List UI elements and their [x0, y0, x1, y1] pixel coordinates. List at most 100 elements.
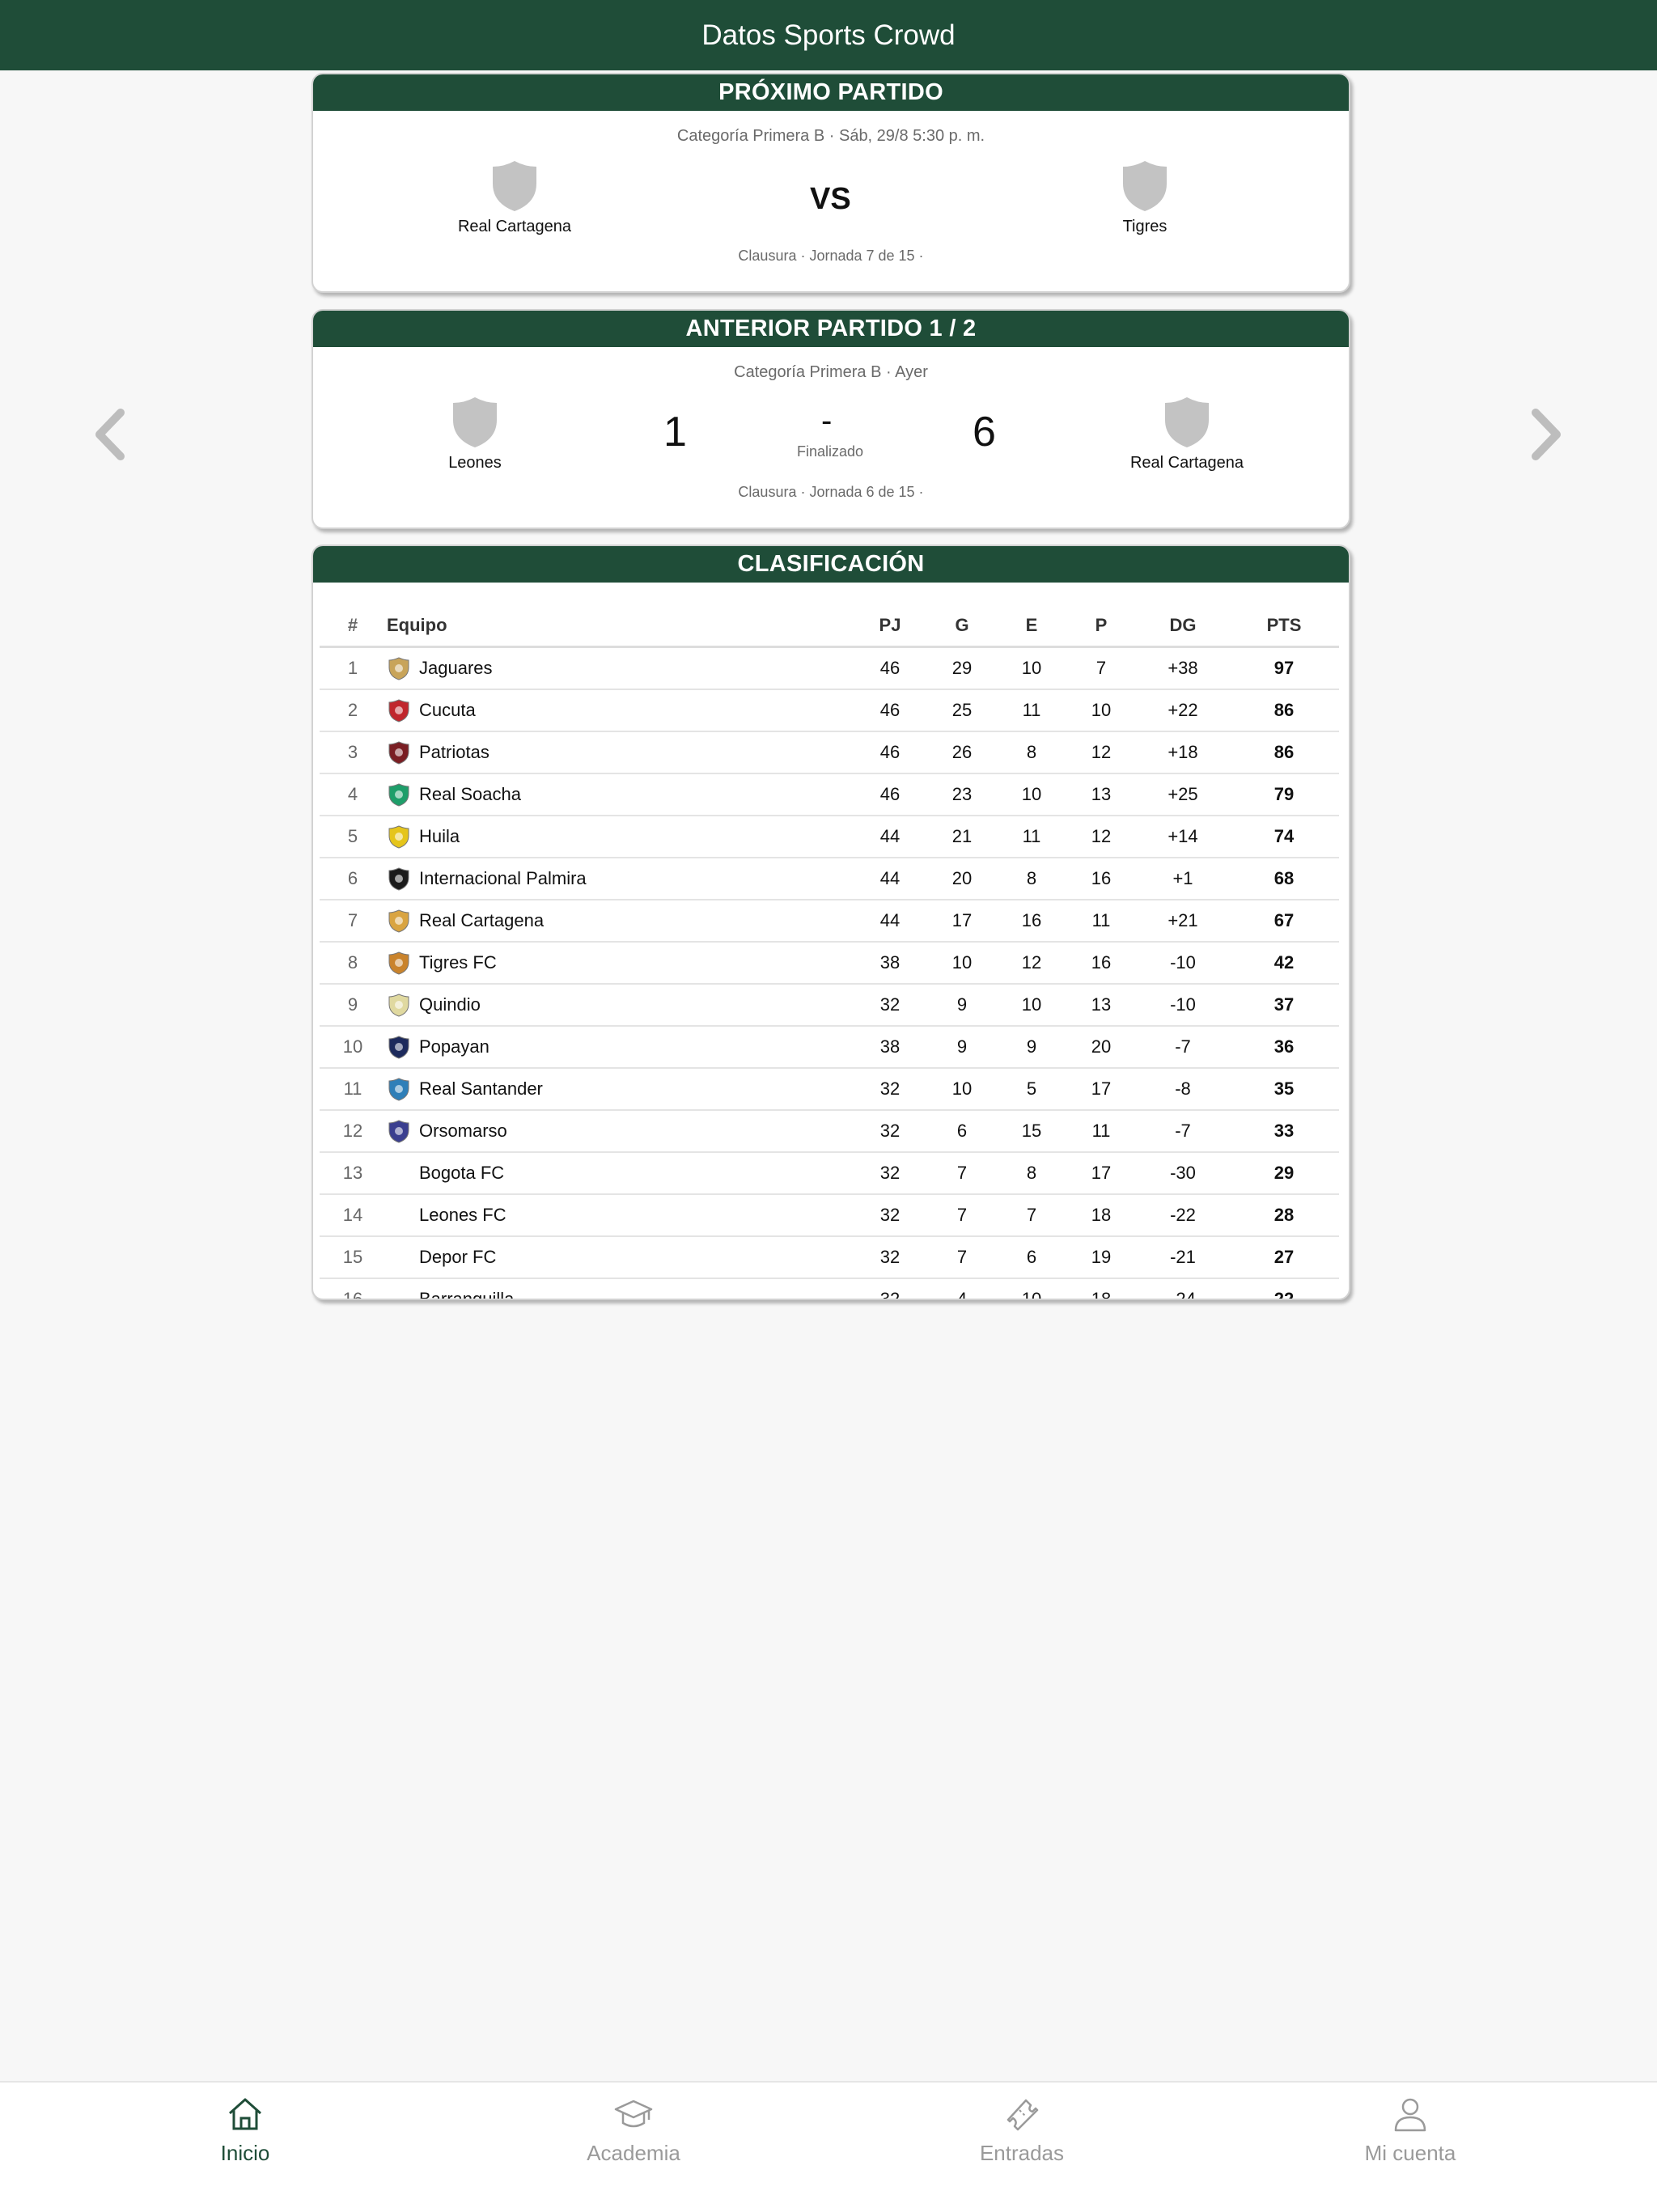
next-match-home-team: Real Cartagena: [393, 159, 636, 236]
won-cell: 4: [926, 1278, 998, 1299]
lost-cell: 13: [1066, 984, 1137, 1027]
jaguares-crest-icon: [388, 657, 409, 680]
played-cell: 32: [854, 1152, 926, 1195]
team-name: Popayan: [419, 1036, 489, 1057]
played-cell: 32: [854, 1278, 926, 1299]
team-name: Real Santander: [419, 1078, 543, 1099]
team-name: Cucuta: [419, 700, 476, 720]
next-match-card[interactable]: PRÓXIMO PARTIDO Categoría Primera B · Sá…: [311, 73, 1350, 293]
won-cell: 7: [926, 1152, 998, 1195]
tab-entradas[interactable]: Entradas: [901, 2083, 1143, 2180]
goal-diff-cell: +1: [1137, 858, 1229, 900]
team-cell: Depor FC: [386, 1236, 854, 1279]
team-cell: Barranquilla: [386, 1278, 854, 1299]
previous-match-card[interactable]: ANTERIOR PARTIDO 1 / 2 Categoría Primera…: [311, 309, 1350, 529]
team-name: Bogota FC: [419, 1163, 505, 1183]
goal-diff-cell: +25: [1137, 773, 1229, 816]
huila-crest-icon: [388, 825, 409, 849]
table-row[interactable]: 6 Internacional Palmira 44 20 8 16 +1 68: [320, 858, 1339, 900]
played-cell: 46: [854, 773, 926, 816]
points-cell: 27: [1229, 1236, 1339, 1279]
crest-placeholder: [387, 1203, 411, 1227]
points-cell: 74: [1229, 816, 1339, 858]
points-cell: 28: [1229, 1194, 1339, 1237]
tab-inicio[interactable]: Inicio: [124, 2083, 367, 2180]
position-cell: 3: [320, 731, 386, 774]
table-row[interactable]: 9 Quindio 32 9 10 13 -10 37: [320, 984, 1339, 1027]
points-cell: 67: [1229, 900, 1339, 943]
table-row[interactable]: 10 Popayan 38 9 9 20 -7 36: [320, 1026, 1339, 1069]
table-row[interactable]: 11 Real Santander 32 10 5 17 -8 35: [320, 1068, 1339, 1111]
lost-cell: 7: [1066, 646, 1137, 690]
table-row[interactable]: 13 Bogota FC 32 7 8 17 -30 29: [320, 1152, 1339, 1195]
table-row[interactable]: 12 Orsomarso 32 6 15 11 -7 33: [320, 1110, 1339, 1153]
col-points: PTS: [1229, 605, 1339, 648]
position-cell: 10: [320, 1026, 386, 1069]
won-cell: 23: [926, 773, 998, 816]
lost-cell: 13: [1066, 773, 1137, 816]
previous-match-footer: Clausura · Jornada 6 de 15 ·: [738, 484, 924, 500]
crest-placeholder: [387, 1161, 411, 1185]
real-santander-crest-icon: [388, 1078, 409, 1101]
lost-cell: 11: [1066, 900, 1137, 943]
table-row[interactable]: 16 Barranquilla 32 4 10 18 -24 22: [320, 1278, 1339, 1299]
drawn-cell: 7: [998, 1194, 1066, 1237]
table-row[interactable]: 8 Tigres FC 38 10 12 16 -10 42: [320, 942, 1339, 985]
points-cell: 35: [1229, 1068, 1339, 1111]
team-name: Orsomarso: [419, 1121, 507, 1141]
team-name: Tigres FC: [419, 952, 497, 973]
table-row[interactable]: 1 Jaguares 46 29 10 7 +38 97: [320, 646, 1339, 690]
position-cell: 14: [320, 1194, 386, 1237]
table-row[interactable]: 3 Patriotas 46 26 8 12 +18 86: [320, 731, 1339, 774]
col-drawn: E: [998, 605, 1066, 648]
table-row[interactable]: 14 Leones FC 32 7 7 18 -22 28: [320, 1194, 1339, 1237]
chevron-left-icon[interactable]: [91, 408, 132, 461]
col-won: G: [926, 605, 998, 648]
tab-mi-cuenta[interactable]: Mi cuenta: [1289, 2083, 1532, 2180]
table-row[interactable]: 2 Cucuta 46 25 11 10 +22 86: [320, 689, 1339, 732]
drawn-cell: 8: [998, 731, 1066, 774]
away-team-name: Tigres: [1122, 218, 1168, 235]
standings-header: CLASIFICACIÓN: [313, 546, 1349, 583]
orsomarso-crest-icon: [388, 1120, 409, 1143]
next-match-away-team: Tigres: [1023, 159, 1266, 236]
drawn-cell: 6: [998, 1236, 1066, 1279]
played-cell: 46: [854, 646, 926, 690]
table-row[interactable]: 15 Depor FC 32 7 6 19 -21 27: [320, 1236, 1339, 1279]
chevron-right-icon[interactable]: [1524, 408, 1565, 461]
ticket-icon: [1006, 2099, 1039, 2131]
top-app-bar: Datos Sports Crowd: [0, 0, 1657, 70]
drawn-cell: 10: [998, 773, 1066, 816]
drawn-cell: 10: [998, 984, 1066, 1027]
team-cell: Quindio: [386, 984, 854, 1027]
drawn-cell: 11: [998, 689, 1066, 732]
won-cell: 25: [926, 689, 998, 732]
points-cell: 29: [1229, 1152, 1339, 1195]
col-team: Equipo: [386, 605, 854, 648]
lost-cell: 17: [1066, 1152, 1137, 1195]
played-cell: 32: [854, 1110, 926, 1153]
won-cell: 17: [926, 900, 998, 943]
position-cell: 16: [320, 1278, 386, 1299]
tab-academia[interactable]: Academia: [512, 2083, 755, 2180]
points-cell: 68: [1229, 858, 1339, 900]
col-lost: P: [1066, 605, 1137, 648]
won-cell: 10: [926, 942, 998, 985]
previous-match-home-team: Leones: [354, 396, 596, 472]
won-cell: 7: [926, 1236, 998, 1279]
home-team-name: Leones: [448, 454, 502, 472]
table-row[interactable]: 5 Huila 44 21 11 12 +14 74: [320, 816, 1339, 858]
goal-diff-cell: +22: [1137, 689, 1229, 732]
lost-cell: 20: [1066, 1026, 1137, 1069]
standings-table: # Equipo PJ G E P DG PTS 1 Jaguares 46 29 10…: [320, 605, 1339, 1299]
team-cell: Cucuta: [386, 689, 854, 732]
next-match-subtitle: Categoría Primera B · Sáb, 29/8 5:30 p. …: [676, 127, 985, 145]
played-cell: 32: [854, 1194, 926, 1237]
lost-cell: 17: [1066, 1068, 1137, 1111]
won-cell: 10: [926, 1068, 998, 1111]
table-row[interactable]: 7 Real Cartagena 44 17 16 11 +21 67: [320, 900, 1339, 943]
goal-diff-cell: +38: [1137, 646, 1229, 690]
position-cell: 15: [320, 1236, 386, 1279]
table-row[interactable]: 4 Real Soacha 46 23 10 13 +25 79: [320, 773, 1339, 816]
team-name: Real Cartagena: [419, 910, 545, 930]
